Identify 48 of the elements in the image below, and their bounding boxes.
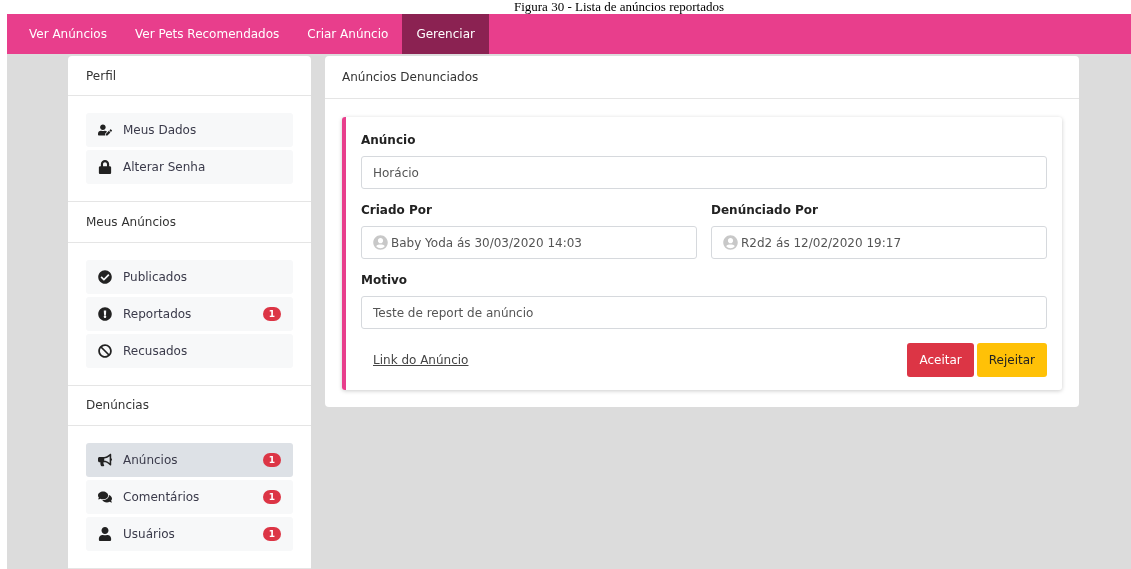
avatar-icon (373, 235, 388, 250)
count-badge: 1 (262, 453, 281, 467)
ad-link[interactable]: Link do Anúncio (373, 353, 469, 367)
count-badge: 1 (262, 527, 281, 541)
sidebar-item[interactable]: Publicados (86, 259, 293, 294)
sidebar-item[interactable]: Recusados (86, 333, 293, 368)
figure-caption: Figura 30 - Lista de anúncios reportados (512, 0, 725, 14)
count-badge: 1 (262, 306, 281, 321)
sidebar-item-label: Meus Dados (123, 123, 198, 138)
field-label: Anúncio (361, 133, 417, 147)
sidebar-item-label: Publicados (123, 269, 189, 284)
sidebar-item-label: Comentários (123, 490, 201, 504)
ad-field[interactable]: Horácio (361, 156, 1047, 189)
comments-icon (98, 490, 115, 504)
nav-tab[interactable]: Criar Anúncio (293, 14, 403, 54)
sidebar-item[interactable]: Meus Dados (86, 113, 293, 148)
sidebar-item[interactable]: Reportados 1 (86, 296, 293, 331)
field-label: Denúnciado Por (711, 203, 820, 217)
sidebar-item-label: Alterar Senha (123, 160, 207, 175)
sidebar-item-label: Recusados (123, 343, 189, 358)
field-label: Criado Por (361, 203, 433, 217)
sidebar-section-title: Denúncias (68, 385, 311, 426)
sidebar-section-title: Meus Anúncios (68, 202, 311, 243)
sidebar-item-label: Reportados (123, 306, 193, 321)
ban-icon (98, 343, 115, 358)
reject-button[interactable]: Rejeitar (976, 343, 1047, 377)
field-label: Motivo (361, 273, 409, 287)
reason-field[interactable]: Teste de report de anúncio (361, 296, 1047, 329)
field-value: Baby Yoda ás 30/03/2020 14:03 (391, 235, 582, 250)
megaphone-icon (98, 453, 115, 467)
nav-tab[interactable]: Ver Anúncios (15, 14, 121, 54)
sidebar-item[interactable]: Usuários 1 (86, 517, 293, 551)
avatar-icon (723, 235, 738, 250)
user-edit-icon (98, 123, 115, 138)
sidebar-item-label: Usuários (123, 527, 176, 541)
panel-title: Anúncios Denunciados (325, 56, 1079, 99)
sidebar-item[interactable]: Anúncios 1 (86, 443, 293, 477)
reported-by-field[interactable]: R2d2 ás 12/02/2020 19:17 (711, 226, 1047, 259)
sidebar-section-title: Perfil (68, 56, 311, 97)
created-by-field[interactable]: Baby Yoda ás 30/03/2020 14:03 (361, 226, 697, 259)
nav-tab[interactable]: Ver Pets Recomendados (120, 14, 294, 54)
accept-button[interactable]: Aceitar (907, 343, 974, 377)
count-badge: 1 (262, 490, 281, 504)
sidebar-item[interactable]: Comentários 1 (86, 480, 293, 514)
field-value: R2d2 ás 12/02/2020 19:17 (741, 235, 902, 250)
sidebar-item-label: Anúncios (123, 453, 179, 467)
sidebar-item[interactable]: Alterar Senha (86, 150, 293, 185)
nav-tab[interactable]: Gerenciar (402, 14, 489, 54)
